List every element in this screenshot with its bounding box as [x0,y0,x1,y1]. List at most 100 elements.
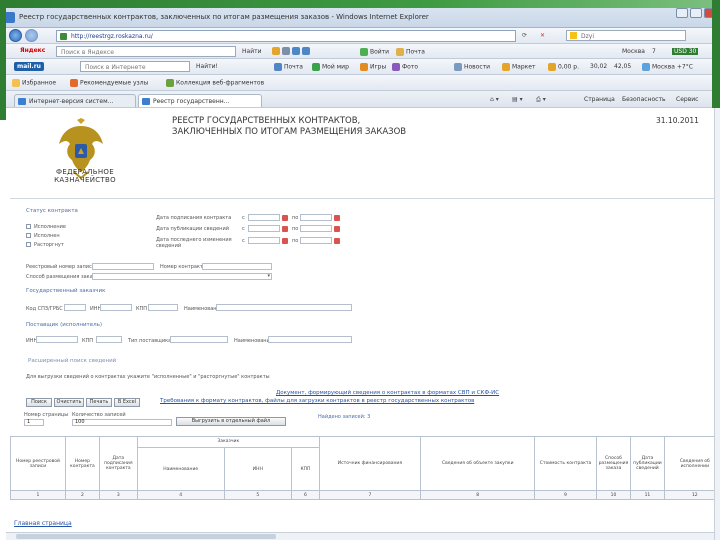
customer-name-input[interactable] [216,304,352,311]
mailru-photos-label: Фото [402,63,419,71]
change-date-from-input[interactable] [248,237,280,244]
supplier-kpp-input[interactable] [96,336,122,343]
search-button[interactable]: Поиск [26,398,52,407]
col-header: КПП [291,446,320,492]
records-per-page-input[interactable]: 100 [72,419,172,426]
mailru-photos[interactable]: Фото [392,63,418,71]
yandex-find-button[interactable]: Найти [242,48,261,55]
yandex-search-input[interactable]: Поиск в Яндексе [56,46,236,57]
service-menu[interactable]: Сервис [676,96,698,103]
home-icon[interactable]: ⌂ ▾ [490,96,499,103]
currency-rate[interactable]: USD 30 [672,48,699,55]
reg-number-input[interactable] [92,263,154,270]
method-label: Способ размещения заказа [26,274,99,280]
excel-button[interactable]: В Excel [114,398,140,407]
mailru-mail[interactable]: Почта [274,63,303,71]
sign-date-from-input[interactable] [248,214,280,221]
col-number: 7 [318,490,422,500]
col-header: Источник финансирования [318,435,422,492]
yandex-login[interactable]: Войти [360,48,389,56]
extended-search-link[interactable]: Расширенный поиск сведений [28,358,116,364]
calendar-icon[interactable] [282,226,288,232]
pub-date-to-input[interactable] [300,225,332,232]
calendar-icon[interactable] [334,226,340,232]
mailru-mail-label: Почта [284,63,303,71]
col-header: Стоимость контракта [534,435,597,492]
change-date-to-input[interactable] [300,237,332,244]
stop-icon[interactable]: ✕ [540,32,545,39]
mailru-logo[interactable]: mail.ru [14,62,44,71]
scrollbar-thumb[interactable] [16,534,276,539]
col-header: Дата публикации сведений [630,435,665,492]
rate-eur: 42,05 [614,63,632,70]
favorites-button[interactable]: Избранное [12,79,56,87]
mailru-myworld[interactable]: Мой мир [312,63,349,71]
calendar-icon[interactable] [334,215,340,221]
mailru-news[interactable]: Новости [454,63,490,71]
mailru-weather[interactable]: Москва +7°С [642,63,693,71]
col-number: 12 [663,490,720,500]
sign-date-to-input[interactable] [300,214,332,221]
web-slices-link[interactable]: Коллекция веб-фрагментов [166,79,264,87]
mailru-weather-temp: +7°С [676,63,693,71]
search-provider-label: Dzyi [581,33,594,40]
status-section-title: Статус контракта [26,208,78,214]
calendar-icon[interactable] [282,238,288,244]
tab-reestr[interactable]: Реестр государственн... [138,94,262,107]
calendar-icon[interactable] [282,215,288,221]
status-checkbox-executed[interactable] [26,233,31,238]
page-menu[interactable]: Страница [584,96,615,103]
yandex-logo[interactable]: Яндекс [20,47,45,54]
yandex-mail[interactable]: Почта [396,48,425,56]
mailru-games[interactable]: Игры [360,63,386,71]
weather-city[interactable]: Москва [622,48,645,55]
safety-menu[interactable]: Безопасность [622,96,666,103]
feeds-icon[interactable]: ▤ ▾ [512,96,523,103]
rec-sites-link[interactable]: Рекомендуемые узлы [70,79,148,87]
mailru-search-input[interactable]: Поиск в Интернете [80,61,190,72]
customer-inn-input[interactable] [100,304,132,311]
search-box[interactable]: Dzyi [566,30,686,41]
maximize-button[interactable] [690,8,702,18]
search-provider-icon [570,32,577,39]
favorites-label: Избранное [22,79,57,87]
customer-kpp-input[interactable] [148,304,178,311]
customer-code-input[interactable] [64,304,86,311]
tab-bar: Интернет-версия систем... Реестр государ… [0,91,720,108]
status-option-label: Исполнен [34,233,60,239]
horizontal-scrollbar[interactable] [6,532,714,540]
pub-date-from-input[interactable] [248,225,280,232]
slide-accent-bar [0,0,720,8]
supplier-name-input[interactable] [268,336,352,343]
print-icon[interactable]: ⎙ ▾ [536,96,546,104]
method-select[interactable]: ▾ [92,273,272,280]
refresh-icon[interactable]: ⟳ [522,32,527,39]
back-button[interactable] [9,29,22,42]
home-page-link[interactable]: Главная страница [14,520,72,527]
supplier-type-input[interactable] [170,336,228,343]
print-button[interactable]: Печать [86,398,112,407]
minimize-button[interactable] [676,8,688,18]
supplier-inn-input[interactable] [36,336,78,343]
page-icon [142,98,150,105]
contract-number-input[interactable] [202,263,272,270]
format-doc-link[interactable]: Документ, формирующий сведения о контрак… [276,390,499,396]
status-checkbox-terminated[interactable] [26,242,31,247]
download-button[interactable]: Выгрузить в отдельный файл [176,417,286,426]
col-header: Дата подписания контракта [98,435,138,492]
rec-sites-label: Рекомендуемые узлы [80,79,149,87]
vertical-scrollbar[interactable] [714,108,720,540]
calendar-icon[interactable] [334,238,340,244]
status-checkbox-execution[interactable] [26,224,31,229]
date-from-label: с [242,226,245,232]
address-bar[interactable]: http://reestrgz.roskazna.ru/ [56,30,516,42]
page-number-input[interactable]: 1 [24,419,44,426]
mailru-market[interactable]: Маркет [502,63,535,71]
forward-button[interactable] [25,29,38,42]
requirements-link[interactable]: Требования к формату контрактов, файлы д… [160,398,474,404]
clear-button[interactable]: Очистить [54,398,84,407]
tab-internet-version[interactable]: Интернет-версия систем... [14,94,136,107]
mailru-news-label: Новости [464,63,491,71]
supplier-section-title: Поставщик (исполнитель) [26,322,103,328]
mailru-find-button[interactable]: Найти! [196,63,218,70]
